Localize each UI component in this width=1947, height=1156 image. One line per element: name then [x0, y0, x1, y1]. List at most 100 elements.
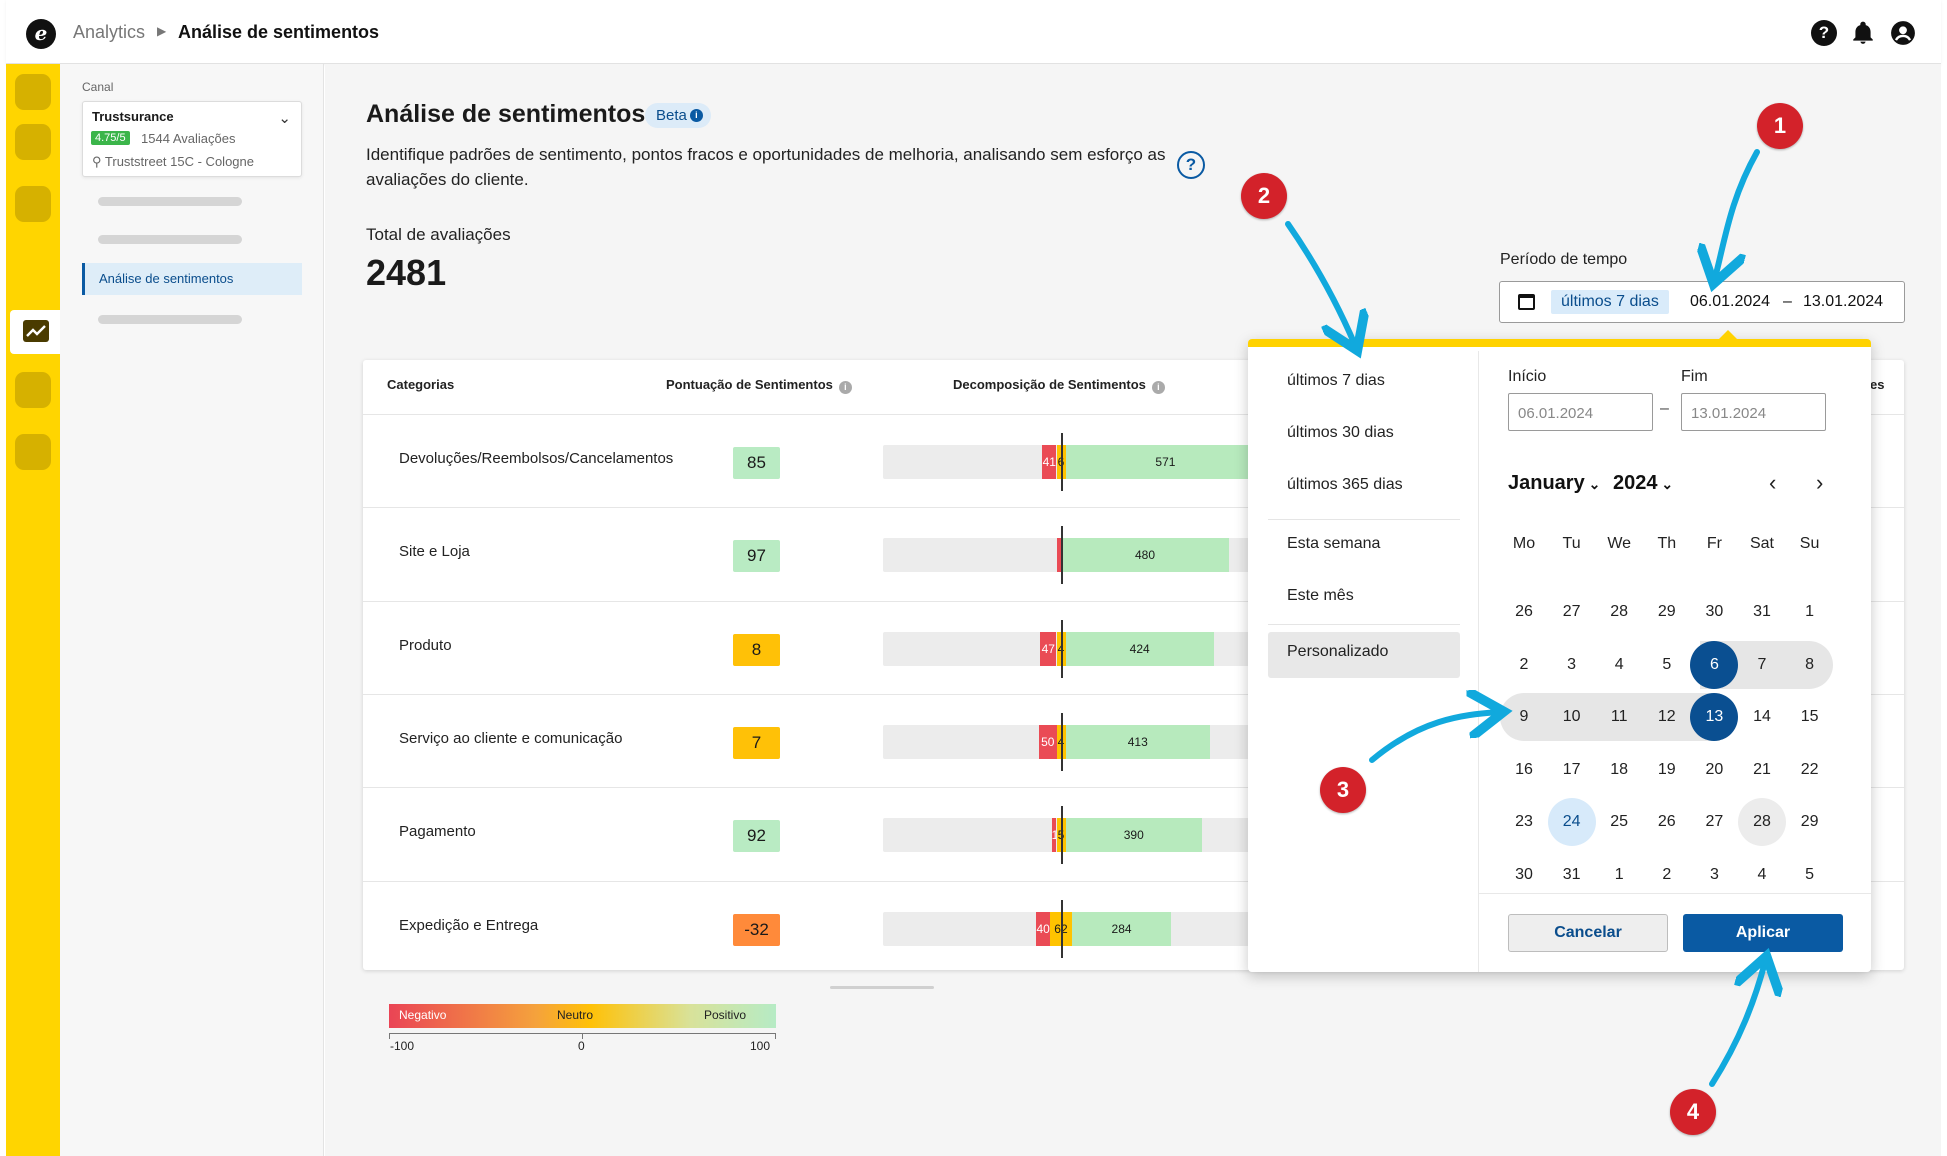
user-avatar-icon[interactable] [1890, 20, 1916, 46]
calendar-day[interactable]: 26 [1500, 588, 1548, 636]
calendar-day[interactable]: 23 [1500, 798, 1548, 846]
calendar-day[interactable]: 2 [1500, 641, 1548, 689]
calendar-day[interactable]: 28 [1595, 588, 1643, 636]
calendar-day[interactable]: 27 [1548, 588, 1596, 636]
rail-nav-item[interactable] [15, 434, 51, 470]
positive-segment[interactable]: 571 [1065, 445, 1266, 479]
preset-option[interactable]: Este mês [1287, 587, 1354, 605]
calendar-day[interactable]: 6 [1690, 640, 1739, 689]
calendar-day[interactable]: 12 [1643, 693, 1691, 741]
column-header-breakdown: Decomposição de Sentimentos i [953, 377, 1165, 394]
legend-positive: Positivo [704, 1008, 747, 1022]
sentiment-score: 92 [733, 820, 780, 853]
positive-segment[interactable]: 480 [1061, 538, 1229, 573]
month-select[interactable]: January ⌄ [1508, 472, 1600, 495]
page-description: Identifique padrões de sentimento, ponto… [366, 145, 1166, 189]
info-icon[interactable]: i [689, 109, 703, 122]
positive-segment[interactable]: 413 [1065, 724, 1211, 759]
rail-nav-analytics[interactable] [10, 310, 66, 354]
negative-segment[interactable]: 50 [1039, 724, 1057, 759]
positive-segment[interactable]: 424 [1065, 631, 1214, 666]
legend-min: -100 [390, 1039, 415, 1053]
calendar-day[interactable]: 31 [1548, 851, 1596, 899]
calendar-day[interactable]: 10 [1548, 693, 1596, 741]
info-icon[interactable]: i [1151, 381, 1165, 394]
calendar-day[interactable]: 11 [1595, 693, 1643, 741]
period-preset-chip: últimos 7 dias [1551, 290, 1669, 314]
calendar-day[interactable]: 14 [1738, 693, 1786, 741]
calendar-day[interactable]: 7 [1738, 641, 1786, 689]
apply-button[interactable]: Aplicar [1683, 914, 1843, 952]
calendar-day[interactable]: 20 [1690, 746, 1738, 794]
placeholder-nav-item [98, 197, 242, 206]
calendar-day[interactable]: 3 [1690, 851, 1738, 899]
calendar-day[interactable]: 21 [1738, 746, 1786, 794]
preset-option[interactable]: Esta semana [1287, 535, 1380, 553]
calendar-day[interactable]: 29 [1643, 588, 1691, 636]
calendar-day[interactable]: 31 [1738, 588, 1786, 636]
breadcrumb-analytics[interactable]: Analytics [73, 22, 145, 43]
calendar-day[interactable]: 2 [1643, 851, 1691, 899]
calendar-day[interactable]: 30 [1500, 851, 1548, 899]
bell-icon[interactable] [1850, 20, 1876, 46]
info-icon[interactable]: i [838, 381, 852, 394]
calendar-day[interactable]: 29 [1786, 798, 1834, 846]
help-icon[interactable]: ? [1811, 20, 1837, 46]
calendar-day[interactable]: 9 [1500, 693, 1548, 741]
calendar-day[interactable]: 25 [1595, 798, 1643, 846]
start-date-label: Início [1508, 368, 1547, 385]
calendar-day[interactable]: 17 [1548, 746, 1596, 794]
cancel-button[interactable]: Cancelar [1508, 914, 1668, 952]
positive-segment[interactable]: 390 [1065, 818, 1202, 853]
start-date-input[interactable]: 06.01.2024 [1508, 393, 1653, 431]
positive-segment[interactable]: 284 [1071, 911, 1172, 946]
preset-option[interactable]: últimos 365 dias [1287, 476, 1403, 494]
calendar-day[interactable]: 1 [1595, 851, 1643, 899]
rail-nav-item[interactable] [15, 186, 51, 222]
end-date-input[interactable]: 13.01.2024 [1681, 393, 1826, 431]
preset-option[interactable]: últimos 7 dias [1287, 372, 1385, 390]
weekday-label: Su [1799, 535, 1820, 552]
rating-badge: 4.75/5 [91, 131, 130, 145]
calendar-day[interactable]: 24 [1547, 798, 1596, 847]
negative-segment[interactable]: 40 [1036, 911, 1051, 946]
help-circle-icon[interactable]: ? [1177, 151, 1205, 179]
horizontal-scrollbar[interactable] [830, 986, 934, 989]
legend-max: 100 [750, 1039, 771, 1053]
year-select[interactable]: 2024 ⌄ [1613, 472, 1673, 495]
category-name: Produto [399, 636, 452, 654]
preset-option[interactable]: Personalizado [1287, 643, 1388, 661]
channel-selector[interactable]: Trustsurance ⌄ 4.75/5 1544 Avaliações ⚲ … [82, 101, 302, 177]
calendar-day[interactable]: 15 [1786, 693, 1834, 741]
calendar-day[interactable]: 22 [1786, 746, 1834, 794]
calendar-day[interactable]: 18 [1595, 746, 1643, 794]
zero-axis-line [1061, 712, 1063, 771]
calendar-day[interactable]: 5 [1786, 851, 1834, 899]
sidebar-item-sentiment-analysis[interactable]: Análise de sentimentos [82, 263, 302, 295]
period-picker[interactable]: últimos 7 dias 06.01.2024 – 13.01.2024 [1499, 281, 1905, 323]
prev-month-icon[interactable]: ‹ [1769, 470, 1776, 496]
calendar-day[interactable]: 26 [1643, 798, 1691, 846]
negative-segment[interactable]: 47 [1040, 631, 1057, 666]
channel-name: Trustsurance [92, 109, 174, 124]
next-month-icon[interactable]: › [1816, 470, 1823, 496]
rail-nav-item[interactable] [15, 124, 51, 160]
calendar-day[interactable]: 5 [1643, 641, 1691, 689]
calendar-day[interactable]: 16 [1500, 746, 1548, 794]
rail-nav-item[interactable] [15, 372, 51, 408]
column-header-category: Categorias [387, 377, 455, 392]
calendar-day[interactable]: 8 [1786, 641, 1834, 689]
zero-axis-line [1061, 526, 1063, 585]
app-logo[interactable]: e [26, 19, 56, 49]
negative-segment[interactable]: 41 [1042, 445, 1057, 479]
calendar-day[interactable]: 4 [1595, 641, 1643, 689]
preset-option[interactable]: últimos 30 dias [1287, 424, 1394, 442]
calendar-day[interactable]: 19 [1643, 746, 1691, 794]
channel-address: ⚲ Truststreet 15C - Cologne [92, 154, 254, 169]
calendar-day[interactable]: 30 [1690, 588, 1738, 636]
rail-nav-item[interactable] [15, 74, 51, 110]
calendar-day[interactable]: 3 [1548, 641, 1596, 689]
calendar-day[interactable]: 4 [1738, 851, 1786, 899]
calendar-day[interactable]: 1 [1786, 588, 1834, 636]
calendar-day[interactable]: 27 [1690, 798, 1738, 846]
